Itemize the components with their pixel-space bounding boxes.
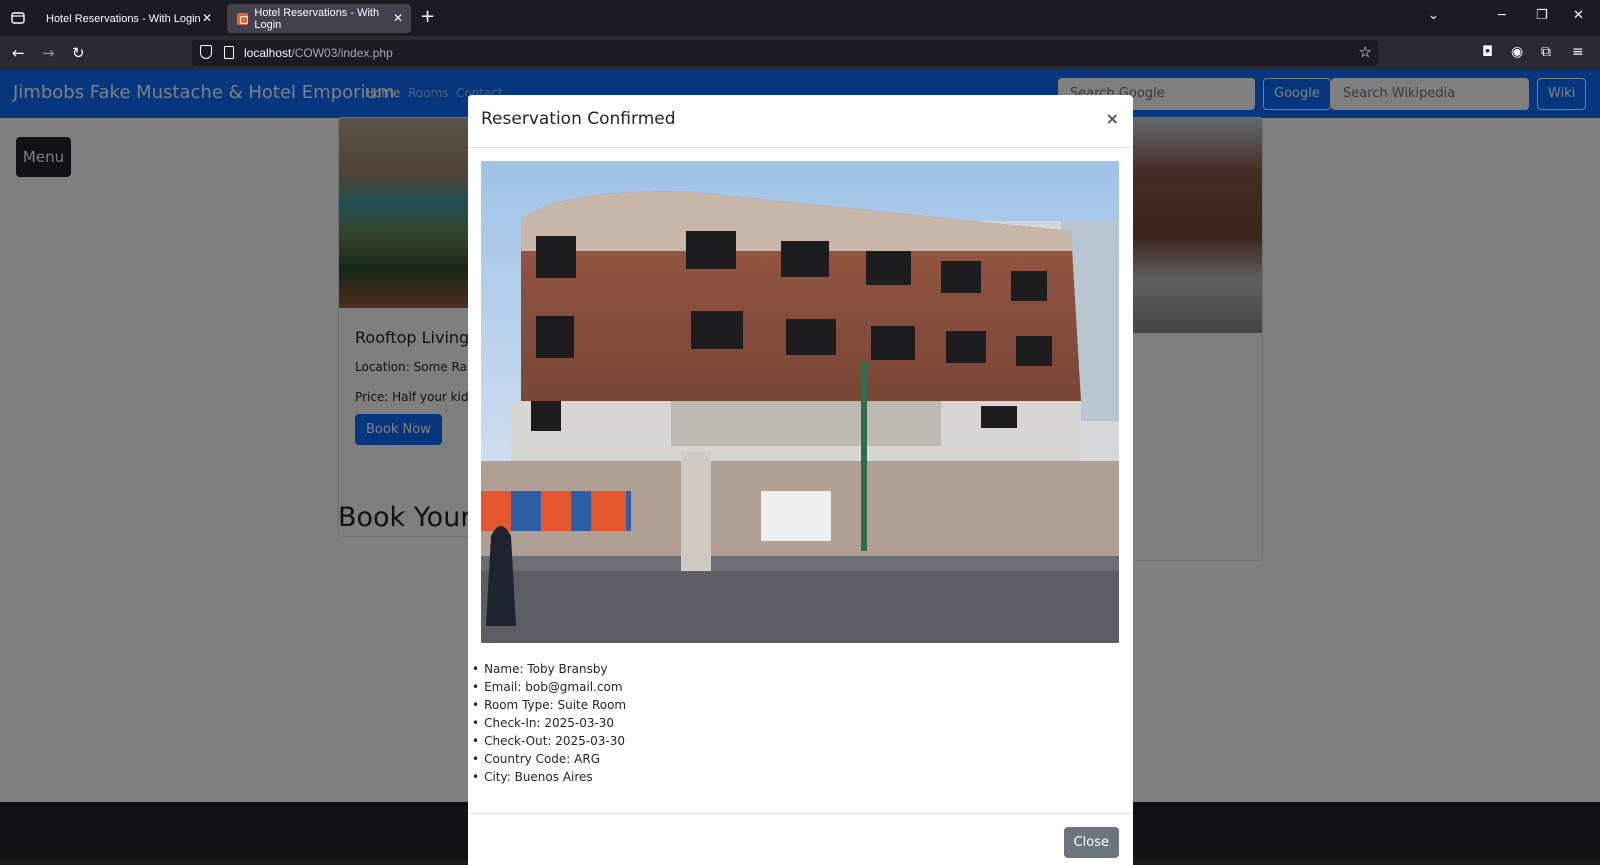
account-icon[interactable]: ◉ [1511,44,1523,60]
detail-check-in: Check-In: 2025-03-30 [472,714,626,732]
browser-tab-bar: Hotel Reservations - With Login ✕ Hotel … [0,0,1600,36]
detail-city: City: Buenos Aires [472,768,626,786]
xampp-favicon-icon [237,12,249,25]
detail-email: Email: bob@gmail.com [472,678,626,696]
modal-title: Reservation Confirmed [481,109,676,129]
reload-icon[interactable]: ↻ [72,44,85,62]
window-close-icon[interactable]: ✕ [1573,8,1584,23]
address-bar[interactable]: localhost/COW03/index.php ☆ [192,40,1378,66]
back-icon[interactable]: ← [12,44,25,62]
app-menu-icon[interactable]: ≡ [1572,44,1584,60]
hotel-photo [481,161,1119,643]
close-icon[interactable]: × [1106,109,1119,128]
modal-header: Reservation Confirmed × [468,95,1133,148]
pocket-icon[interactable]: ◘ [1482,44,1493,60]
detail-name: Name: Toby Bransby [472,660,626,678]
list-all-tabs-icon[interactable]: ⌄ [1428,8,1439,23]
tab-close-icon[interactable]: ✕ [202,11,212,25]
extensions-icon[interactable]: ⧉ [1541,44,1551,60]
tab-title: Hotel Reservations - With Login [254,6,380,31]
url-text: localhost/COW03/index.php [244,46,393,60]
tracking-shield-icon[interactable] [200,45,212,59]
tab-list-icon[interactable] [6,6,30,30]
browser-tab-2-active[interactable]: Hotel Reservations - With Login ✕ [227,4,411,33]
new-tab-icon[interactable]: + [420,8,435,26]
forward-icon[interactable]: → [42,44,55,62]
bookmark-star-icon[interactable]: ☆ [1359,43,1372,61]
tab-title: Hotel Reservations - With Login [46,12,201,25]
detail-check-out: Check-Out: 2025-03-30 [472,732,626,750]
tab-close-icon[interactable]: ✕ [393,11,403,25]
reservation-modal: Reservation Confirmed × • Name: Toby Bra… [468,95,1133,865]
reservation-details-list: Name: Toby Bransby Email: bob@gmail.com … [472,660,626,786]
close-button[interactable]: Close [1063,827,1119,858]
page-info-icon[interactable] [224,46,234,59]
minimize-icon[interactable]: ─ [1498,8,1506,23]
modal-footer: Close [468,813,1133,865]
browser-toolbar: ← → ↻ localhost/COW03/index.php ☆ ◘ ◉ ⧉ … [0,36,1600,70]
restore-icon[interactable]: ❐ [1536,8,1548,23]
detail-country-code: Country Code: ARG [472,750,626,768]
browser-tab-1[interactable]: Hotel Reservations - With Login ✕ [36,4,220,33]
detail-room-type: Room Type: Suite Room [472,696,626,714]
